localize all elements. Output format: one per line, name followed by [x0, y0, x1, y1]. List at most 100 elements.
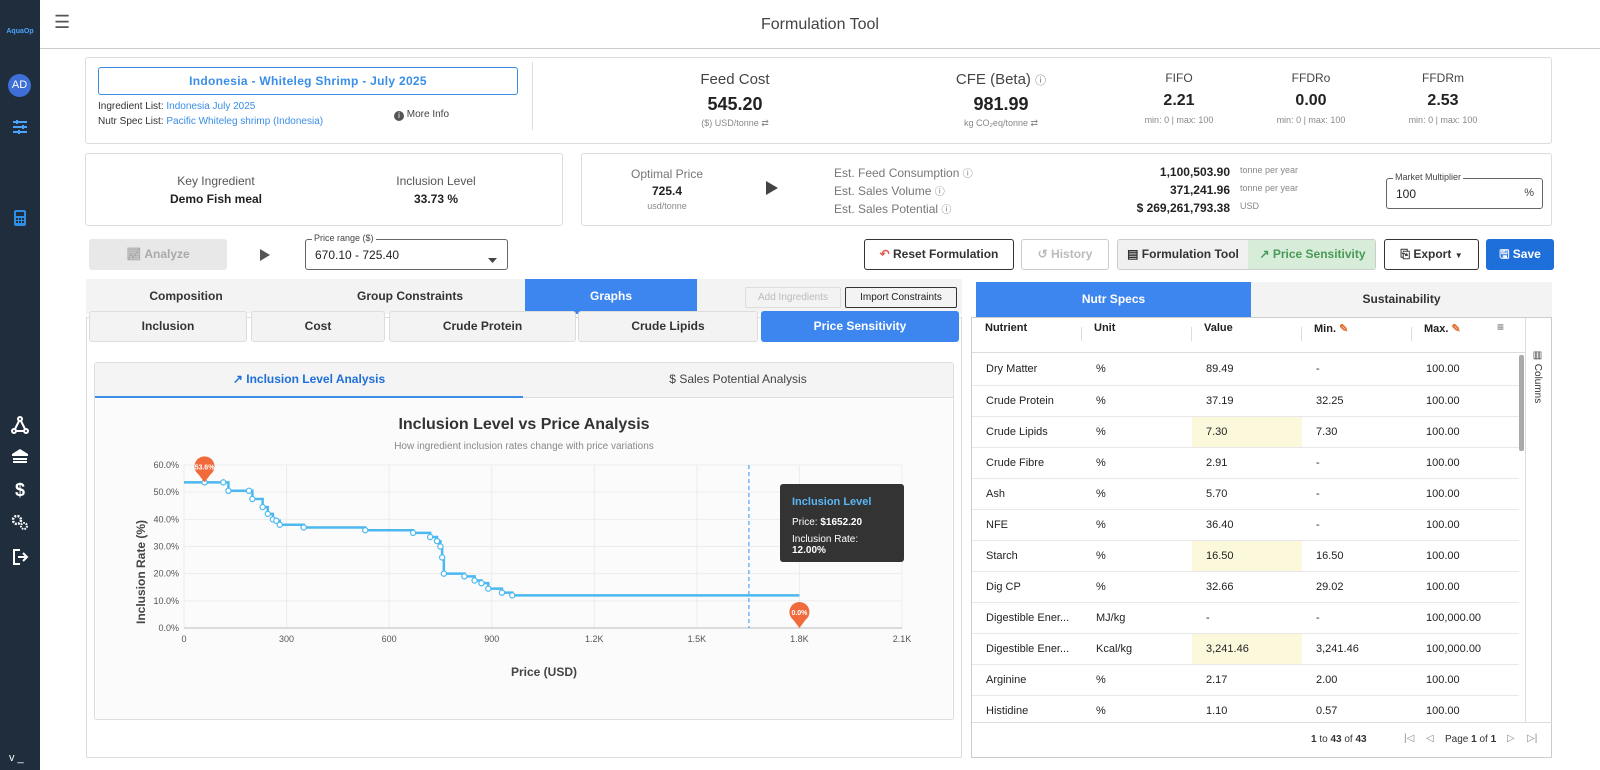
help-icon[interactable]: ⓘ — [935, 187, 945, 198]
min-cell[interactable]: 0.57 — [1302, 695, 1412, 722]
table-row[interactable]: Crude Lipids% 7.30 7.30 100.00 — [972, 416, 1519, 448]
scrollbar[interactable] — [1519, 355, 1524, 451]
pencil-icon[interactable]: ✎ — [1452, 323, 1461, 335]
est-volume-unit: tonne per year — [1240, 183, 1299, 193]
help-icon[interactable]: ⓘ — [1035, 75, 1046, 87]
calculator-icon[interactable] — [8, 209, 32, 233]
columns-label[interactable]: ▥ Columns — [1532, 350, 1543, 403]
table-row[interactable]: NFE% 36.40-100.00 — [972, 509, 1519, 541]
table-row[interactable]: Crude Protein% 37.19 32.25 100.00 — [972, 385, 1519, 417]
max-cell[interactable]: 100,000.00 — [1412, 633, 1519, 665]
table-row[interactable]: Histidine% 1.10 0.57 100.00 — [972, 695, 1519, 722]
analyze-button[interactable]: 📈︎ Analyze — [89, 239, 227, 270]
more-info-link[interactable]: i More Info — [394, 109, 449, 121]
col-header-max[interactable]: Max. ✎ — [1424, 322, 1461, 335]
col-header-unit[interactable]: Unit — [1094, 322, 1115, 334]
min-cell[interactable]: - — [1302, 509, 1412, 541]
min-cell[interactable]: - — [1302, 447, 1412, 479]
table-row[interactable]: Digestible Ener... MJ/kg - -100,000.00 — [972, 602, 1519, 634]
dollar-icon[interactable]: $ — [8, 478, 32, 502]
last-page-icon[interactable]: ▷| — [1527, 733, 1537, 744]
column-menu-icon[interactable]: ≡ — [1497, 320, 1504, 334]
table-row[interactable]: Dig CP% 32.66 29.02 100.00 — [972, 571, 1519, 603]
import-constraints-button[interactable]: Import Constraints — [845, 287, 957, 308]
table-row[interactable]: Digestible Ener... Kcal/kg 3,241.46 3,241.4… — [972, 633, 1519, 665]
table-row[interactable]: Starch% 16.50 16.50 100.00 — [972, 540, 1519, 572]
first-page-icon[interactable]: |◁ — [1404, 733, 1414, 744]
market-multiplier-value[interactable]: 100 — [1396, 187, 1416, 201]
play-icon[interactable] — [765, 180, 779, 201]
max-cell[interactable]: 100.00 — [1412, 509, 1519, 541]
price-sensitivity-toggle[interactable]: ↗ Price Sensitivity — [1248, 240, 1375, 269]
tab-nutr-specs[interactable]: Nutr Specs — [976, 282, 1251, 317]
history-button[interactable]: ↺ History — [1021, 239, 1109, 270]
subtab-price-sensitivity[interactable]: Price Sensitivity — [761, 311, 959, 342]
min-cell[interactable]: 16.50 — [1302, 540, 1412, 572]
tab-group-constraints[interactable]: Group Constraints — [300, 279, 520, 314]
max-cell[interactable]: 100,000.00 — [1412, 602, 1519, 634]
table-row[interactable]: Crude Fibre% 2.91-100.00 — [972, 447, 1519, 479]
sitemap-icon[interactable] — [8, 416, 32, 440]
max-cell[interactable]: 100.00 — [1412, 540, 1519, 572]
add-ingredients-button[interactable]: Add Ingredients — [745, 287, 841, 308]
max-cell[interactable]: 100.00 — [1412, 664, 1519, 696]
value-cell: 2.91 — [1192, 447, 1302, 479]
tab-sustainability[interactable]: Sustainability — [1251, 282, 1552, 317]
tab-composition[interactable]: Composition — [86, 279, 286, 314]
min-cell[interactable]: - — [1302, 478, 1412, 510]
play-icon[interactable] — [260, 248, 270, 266]
col-header-value[interactable]: Value — [1204, 322, 1233, 334]
swap-icon[interactable]: ⇄ — [1031, 118, 1039, 128]
market-multiplier-field[interactable]: Market Multiplier 100 % — [1386, 172, 1543, 209]
prev-page-icon[interactable]: ◁ — [1426, 733, 1434, 744]
reset-label: Reset Formulation — [893, 247, 999, 261]
subtab-inclusion[interactable]: Inclusion — [89, 311, 247, 342]
max-cell[interactable]: 100.00 — [1412, 447, 1519, 479]
reset-formulation-button[interactable]: ↶ Reset Formulation — [864, 239, 1014, 270]
gears-icon[interactable] — [8, 513, 32, 537]
x-tick-label: 0 — [181, 634, 186, 644]
columns-side-panel[interactable]: ▥ Columns — [1525, 318, 1552, 722]
save-button[interactable]: 🖫︎ Save — [1486, 239, 1554, 270]
help-icon[interactable]: ⓘ — [963, 169, 973, 180]
table-row[interactable]: Arginine% 2.17 2.00 100.00 — [972, 664, 1519, 696]
price-range-select[interactable]: Price range ($) 670.10 - 725.40 — [305, 233, 508, 270]
ingredient-list-link[interactable]: Indonesia July 2025 — [166, 101, 255, 112]
min-cell[interactable]: 7.30 — [1302, 416, 1412, 448]
logout-icon[interactable] — [8, 548, 32, 572]
min-cell[interactable]: 2.00 — [1302, 664, 1412, 696]
pencil-icon[interactable]: ✎ — [1339, 323, 1348, 335]
table-row[interactable]: Dry Matter% 89.49-100.00 — [972, 354, 1519, 386]
subtab-crude-lipids[interactable]: Crude Lipids — [578, 311, 758, 342]
col-header-min[interactable]: Min. ✎ — [1314, 322, 1348, 335]
next-page-icon[interactable]: ▷ — [1507, 733, 1515, 744]
col-header-nutrient[interactable]: Nutrient — [985, 322, 1027, 334]
tab-sales-potential-analysis[interactable]: $ Sales Potential Analysis — [523, 363, 953, 398]
subtab-cost[interactable]: Cost — [251, 311, 385, 342]
min-cell[interactable]: 29.02 — [1302, 571, 1412, 603]
max-cell[interactable]: 100.00 — [1412, 385, 1519, 417]
help-icon[interactable]: ⓘ — [941, 205, 951, 216]
max-cell[interactable]: 100.00 — [1412, 416, 1519, 448]
project-selector-button[interactable]: Indonesia - Whiteleg Shrimp - July 2025 — [98, 67, 518, 95]
min-cell[interactable]: 3,241.46 — [1302, 633, 1412, 665]
export-button[interactable]: ⎘ Export ▼ — [1384, 239, 1479, 270]
subtab-crude-protein[interactable]: Crude Protein — [389, 311, 576, 342]
tune-icon[interactable] — [8, 118, 32, 142]
tab-inclusion-level-analysis[interactable]: ↗ Inclusion Level Analysis — [95, 363, 523, 398]
formulation-tool-toggle[interactable]: ▤ Formulation Tool — [1118, 240, 1248, 269]
max-cell[interactable]: 100.00 — [1412, 695, 1519, 722]
max-cell[interactable]: 100.00 — [1412, 354, 1519, 386]
min-cell[interactable]: - — [1302, 602, 1412, 634]
table-row[interactable]: Ash% 5.70-100.00 — [972, 478, 1519, 510]
max-cell[interactable]: 100.00 — [1412, 478, 1519, 510]
tab-graphs[interactable]: Graphs — [525, 279, 697, 314]
warehouse-icon[interactable] — [8, 447, 32, 471]
avatar[interactable]: AD — [8, 74, 31, 97]
min-cell[interactable]: 32.25 — [1302, 385, 1412, 417]
est-consumption-value: 1,100,503.90 — [1159, 165, 1230, 179]
min-cell[interactable]: - — [1302, 354, 1412, 386]
swap-icon[interactable]: ⇄ — [761, 118, 769, 128]
max-cell[interactable]: 100.00 — [1412, 571, 1519, 603]
nutr-spec-link[interactable]: Pacific Whiteleg shrimp (Indonesia) — [166, 116, 323, 127]
